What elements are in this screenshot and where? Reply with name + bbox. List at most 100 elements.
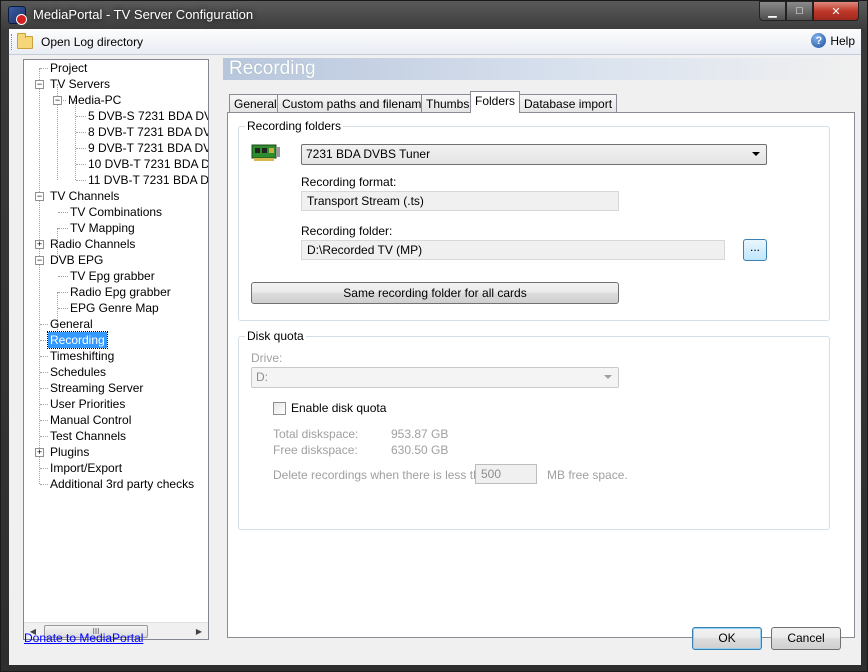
- tree-item-test-channels[interactable]: Test Channels: [48, 428, 128, 444]
- tree-line: [39, 68, 40, 484]
- tree-line: [40, 356, 48, 357]
- tree-item-radio-epg-grabber[interactable]: Radio Epg grabber: [68, 284, 173, 300]
- tree-item-timeshifting[interactable]: Timeshifting: [48, 348, 116, 364]
- tree-item-tv-servers[interactable]: TV Servers: [48, 76, 112, 92]
- tree-line: [76, 132, 86, 133]
- tree-line: [40, 404, 48, 405]
- drive-select[interactable]: D:: [251, 367, 619, 388]
- tree-item-streaming-server[interactable]: Streaming Server: [48, 380, 145, 396]
- tree-line: [40, 68, 48, 69]
- tree-line: [76, 180, 86, 181]
- tree-line: [58, 276, 68, 277]
- donate-link[interactable]: Donate to MediaPortal: [24, 631, 143, 645]
- scroll-right-icon[interactable]: ▶: [192, 625, 206, 638]
- tree-line: [40, 436, 48, 437]
- tuner-card-value: 7231 BDA DVBS Tuner: [306, 147, 431, 161]
- toolbar: Open Log directory ? Help: [9, 29, 861, 55]
- tree-item-schedules[interactable]: Schedules: [48, 364, 108, 380]
- collapse-icon[interactable]: −: [53, 96, 62, 105]
- minimize-button[interactable]: ▁: [759, 1, 786, 21]
- tree-line: [75, 100, 76, 180]
- same-folder-all-cards-button[interactable]: Same recording folder for all cards: [251, 282, 619, 304]
- cancel-button[interactable]: Cancel: [771, 627, 841, 650]
- collapse-icon[interactable]: −: [35, 192, 44, 201]
- expand-icon[interactable]: +: [35, 240, 44, 249]
- delete-threshold-prefix: Delete recordings when there is less tha…: [273, 468, 494, 482]
- tree-item-card-10[interactable]: 10 DVB-T 7231 BDA DV: [86, 156, 208, 172]
- drive-label: Drive:: [251, 351, 283, 365]
- tree-line: [40, 340, 48, 341]
- help-icon: ?: [811, 33, 827, 48]
- tree-item-recording[interactable]: Recording: [47, 331, 108, 349]
- tree-item-card-11[interactable]: 11 DVB-T 7231 BDA DV: [86, 172, 208, 188]
- tree-item-card-9[interactable]: 9 DVB-T 7231 BDA DVB: [86, 140, 208, 156]
- tree-item-additional-checks[interactable]: Additional 3rd party checks: [48, 476, 196, 492]
- tab-thumbs[interactable]: Thumbs: [421, 94, 475, 113]
- total-diskspace-value: 953.87 GB: [391, 427, 449, 441]
- recording-folder-field[interactable]: D:\Recorded TV (MP): [301, 240, 725, 260]
- folders-tab-panel: Recording folders 7231 BDA DVBS Tuner Re…: [227, 112, 855, 638]
- tree-item-user-priorities[interactable]: User Priorities: [48, 396, 127, 412]
- enable-disk-quota-checkbox[interactable]: [273, 402, 286, 415]
- tree-item-epg-genre-map[interactable]: EPG Genre Map: [68, 300, 161, 316]
- tuner-card-select[interactable]: 7231 BDA DVBS Tuner: [301, 144, 767, 165]
- browse-folder-button[interactable]: ...: [743, 239, 767, 261]
- expand-icon[interactable]: +: [35, 448, 44, 457]
- tree-item-card-5[interactable]: 5 DVB-S 7231 BDA DVB: [86, 108, 208, 124]
- recording-format-field: Transport Stream (.ts): [301, 191, 619, 211]
- tree-line: [58, 308, 68, 309]
- collapse-icon[interactable]: −: [35, 80, 44, 89]
- tree-item-manual-control[interactable]: Manual Control: [48, 412, 133, 428]
- chevron-down-icon: [752, 152, 760, 156]
- tree-item-import-export[interactable]: Import/Export: [48, 460, 124, 476]
- help-button[interactable]: ? Help: [811, 33, 855, 48]
- free-diskspace-label: Free diskspace:: [273, 443, 358, 457]
- tree-item-plugins[interactable]: Plugins: [48, 444, 91, 460]
- tree-item-radio-channels[interactable]: Radio Channels: [48, 236, 137, 252]
- recording-folders-group: Recording folders 7231 BDA DVBS Tuner Re…: [238, 119, 830, 321]
- tree-item-card-8[interactable]: 8 DVB-T 7231 BDA DVB: [86, 124, 208, 140]
- tree-item-project[interactable]: Project: [48, 60, 89, 76]
- tab-folders[interactable]: Folders: [470, 91, 521, 113]
- toolbar-grip: [11, 34, 14, 50]
- disk-quota-group: Disk quota Drive: D: Enable disk quota T…: [238, 329, 830, 530]
- tree-line: [40, 468, 48, 469]
- ok-button[interactable]: OK: [692, 627, 762, 650]
- title-bar[interactable]: MediaPortal - TV Server Configuration ▁ …: [1, 1, 867, 29]
- tree-item-tv-mapping[interactable]: TV Mapping: [68, 220, 137, 236]
- tab-custom-paths[interactable]: Custom paths and filenames: [277, 94, 440, 113]
- tree-line: [40, 372, 48, 373]
- tree-line: [76, 164, 86, 165]
- delete-threshold-input[interactable]: 500: [475, 464, 537, 484]
- tree-line: [40, 388, 48, 389]
- page-title: Recording: [229, 58, 316, 79]
- mediaportal-icon: [8, 6, 27, 25]
- tree-item-general[interactable]: General: [48, 316, 95, 332]
- tree-line: [40, 324, 48, 325]
- tree-item-media-pc[interactable]: Media-PC: [66, 92, 123, 108]
- close-button[interactable]: ✕: [813, 1, 859, 21]
- maximize-button[interactable]: □: [786, 1, 813, 21]
- folder-icon: [17, 32, 33, 49]
- tab-general[interactable]: General: [229, 94, 282, 113]
- tree-item-tv-combinations[interactable]: TV Combinations: [68, 204, 164, 220]
- app-window: MediaPortal - TV Server Configuration ▁ …: [0, 0, 868, 672]
- collapse-icon[interactable]: −: [35, 256, 44, 265]
- open-log-directory-button[interactable]: Open Log directory: [17, 32, 143, 51]
- tab-database-import[interactable]: Database import: [519, 94, 618, 113]
- tree-item-dvb-epg[interactable]: DVB EPG: [48, 252, 105, 268]
- caption-buttons: ▁ □ ✕: [759, 1, 859, 21]
- total-diskspace-label: Total diskspace:: [273, 427, 359, 441]
- settings-tree[interactable]: − − − + − + Project TV Servers Media-PC …: [23, 59, 209, 640]
- recording-format-label: Recording format:: [301, 175, 397, 189]
- recording-folders-label: Recording folders: [245, 119, 344, 133]
- section-header: Recording: [223, 58, 853, 80]
- tuner-card-icon: [251, 144, 280, 161]
- tree-line: [40, 420, 48, 421]
- enable-disk-quota-label[interactable]: Enable disk quota: [291, 401, 386, 415]
- tree-item-tv-channels[interactable]: TV Channels: [48, 188, 121, 204]
- tree-line: [58, 212, 68, 213]
- tree-item-tv-epg-grabber[interactable]: TV Epg grabber: [68, 268, 157, 284]
- tree-line: [76, 116, 86, 117]
- disk-quota-label: Disk quota: [245, 329, 306, 343]
